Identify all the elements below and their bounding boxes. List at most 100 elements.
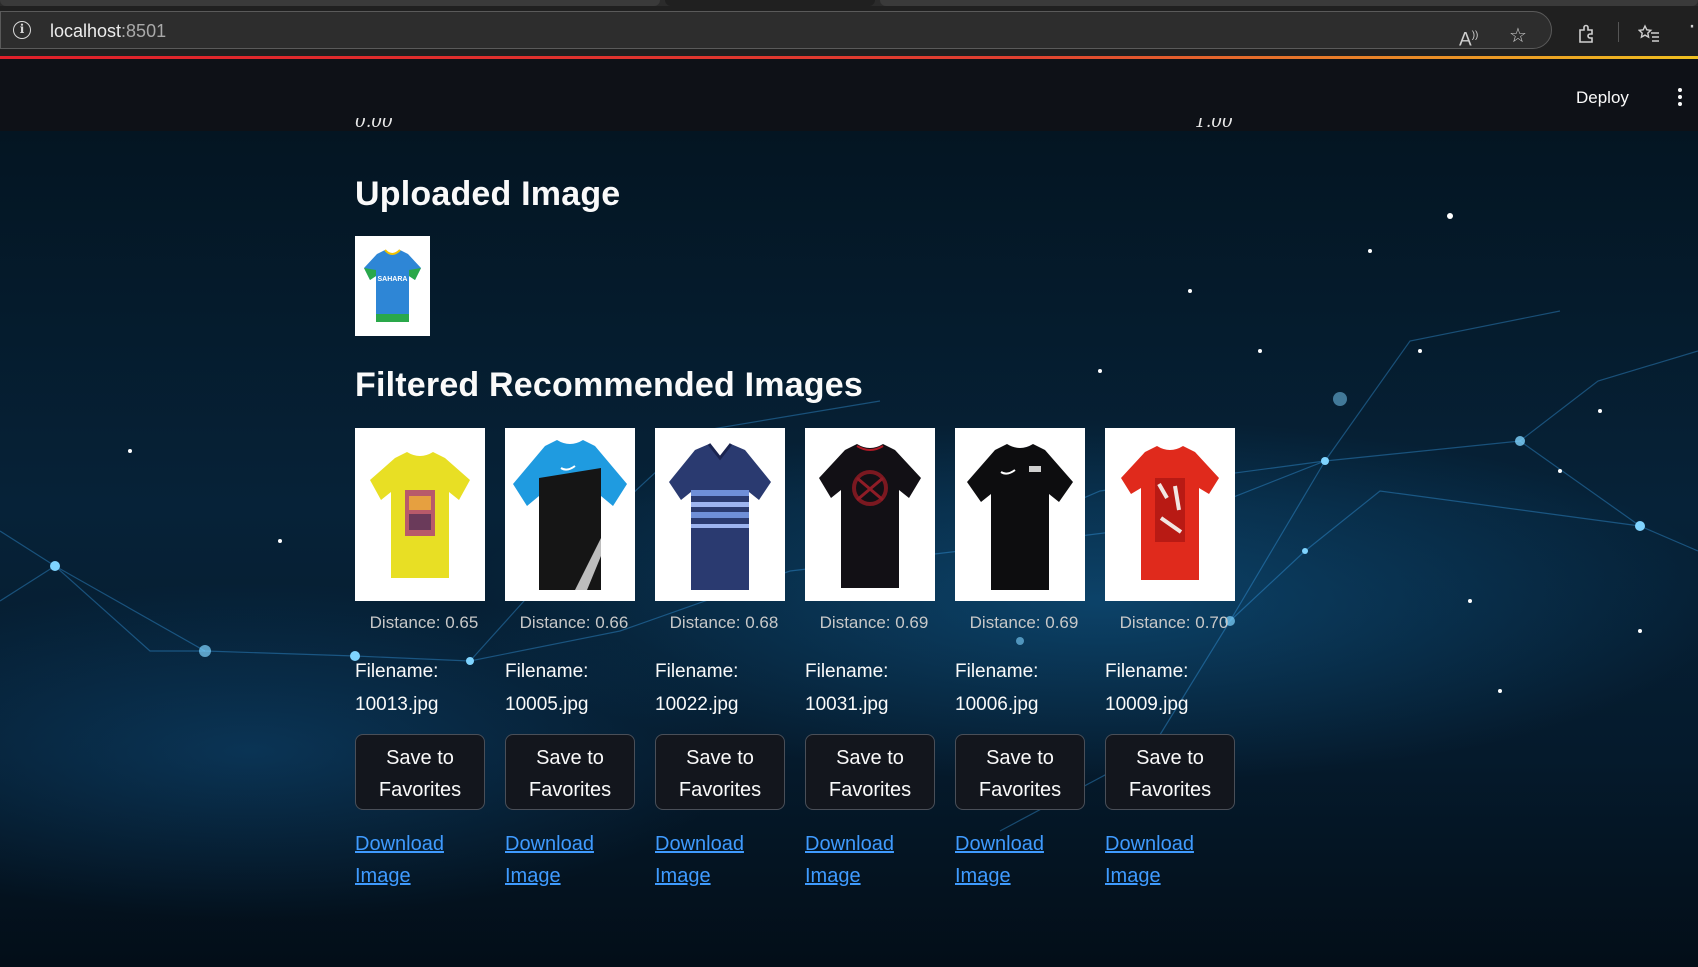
yellow-tshirt-graphic — [370, 452, 470, 578]
save-to-favorites-button[interactable]: Save to Favorites — [505, 734, 635, 810]
deploy-button[interactable]: Deploy — [1576, 88, 1629, 108]
download-image-link[interactable]: Download Image — [955, 828, 1085, 892]
uploaded-shirt-text: SAHARA — [378, 276, 408, 283]
main-menu-icon[interactable] — [1674, 88, 1686, 110]
filename-text: Filename: 10031.jpg — [805, 655, 935, 721]
download-label-line1: Download — [505, 833, 594, 855]
product-image[interactable] — [355, 428, 485, 601]
recommendation-card: Distance: 0.69 Filename: 10006.jpg Save t… — [955, 428, 1085, 892]
distance-caption: Distance: 0.65 — [369, 613, 479, 632]
url-port: :8501 — [121, 21, 167, 41]
filename-text: Filename: 10013.jpg — [355, 655, 485, 721]
download-label-line1: Download — [355, 833, 444, 855]
filename-value: 10013.jpg — [355, 694, 439, 715]
filename-label: Filename: — [355, 661, 439, 682]
save-label-line1: Save to — [986, 747, 1054, 769]
extensions-icon[interactable] — [1576, 24, 1596, 48]
url-text[interactable]: localhost:8501 — [50, 21, 166, 42]
product-image[interactable] — [805, 428, 935, 601]
uploaded-image-heading: Uploaded Image — [355, 175, 621, 213]
save-label-line1: Save to — [536, 747, 604, 769]
download-label-line2: Image — [1105, 865, 1161, 887]
distance-caption: Distance: 0.69 — [819, 613, 929, 632]
save-label-line2: Favorites — [528, 779, 612, 801]
black-tshirt-graphic — [967, 444, 1073, 590]
recommendation-card: Distance: 0.66 Filename: 10005.jpg Save t… — [505, 428, 635, 892]
slider-max-label: 1.00 — [1195, 118, 1233, 132]
save-to-favorites-button[interactable]: Save to Favorites — [355, 734, 485, 810]
slider-range-labels: 0.00 1.00 — [355, 118, 1235, 134]
recommendation-card: Distance: 0.65 Filename: 10013.jpg Save t… — [355, 428, 485, 892]
black-red-print-tshirt-graphic — [819, 444, 921, 588]
recommendation-card: Distance: 0.68 Filename: 10022.jpg Save t… — [655, 428, 785, 892]
distance-caption: Distance: 0.68 — [669, 613, 779, 632]
filename-value: 10005.jpg — [505, 694, 589, 715]
download-image-link[interactable]: Download Image — [655, 828, 785, 892]
filename-text: Filename: 10006.jpg — [955, 655, 1085, 721]
filename-label: Filename: — [505, 661, 589, 682]
filename-label: Filename: — [1105, 661, 1189, 682]
filename-text: Filename: 10022.jpg — [655, 655, 785, 721]
read-aloud-icon[interactable]: A)) — [1459, 26, 1478, 50]
download-image-link[interactable]: Download Image — [1105, 828, 1235, 892]
save-label-line2: Favorites — [978, 779, 1062, 801]
download-label-line2: Image — [355, 865, 411, 887]
filename-label: Filename: — [955, 661, 1039, 682]
site-info-icon[interactable]: i — [13, 21, 31, 39]
save-label-line1: Save to — [686, 747, 754, 769]
more-menu-icon[interactable]: · — [1688, 14, 1696, 38]
filename-text: Filename: 10005.jpg — [505, 655, 635, 721]
recommended-images-heading: Filtered Recommended Images — [355, 366, 863, 404]
navy-striped-polo-graphic — [669, 443, 771, 590]
recommendation-card: Distance: 0.70 Filename: 10009.jpg Save t… — [1105, 428, 1235, 892]
filename-value: 10009.jpg — [1105, 694, 1189, 715]
distance-caption: Distance: 0.69 — [969, 613, 1079, 632]
red-tshirt-graphic — [1121, 446, 1219, 580]
save-to-favorites-button[interactable]: Save to Favorites — [655, 734, 785, 810]
product-image[interactable] — [655, 428, 785, 601]
download-label-line1: Download — [955, 833, 1044, 855]
uploaded-image: SAHARA — [355, 236, 430, 336]
save-label-line1: Save to — [386, 747, 454, 769]
download-image-link[interactable]: Download Image — [505, 828, 635, 892]
download-label-line2: Image — [805, 865, 861, 887]
toolbar-separator — [1618, 22, 1619, 42]
download-label-line2: Image — [655, 865, 711, 887]
save-label-line2: Favorites — [1128, 779, 1212, 801]
download-label-line1: Download — [1105, 833, 1194, 855]
download-label-line2: Image — [505, 865, 561, 887]
favorites-list-icon[interactable] — [1637, 24, 1660, 48]
filename-value: 10031.jpg — [805, 694, 889, 715]
download-label-line1: Download — [655, 833, 744, 855]
download-label-line2: Image — [955, 865, 1011, 887]
download-image-link[interactable]: Download Image — [355, 828, 485, 892]
recommendation-card: Distance: 0.69 Filename: 10031.jpg Save t… — [805, 428, 935, 892]
filename-value: 10006.jpg — [955, 694, 1039, 715]
filename-label: Filename: — [655, 661, 739, 682]
url-host: localhost — [50, 21, 122, 41]
filename-text: Filename: 10009.jpg — [1105, 655, 1235, 721]
filename-value: 10022.jpg — [655, 694, 739, 715]
product-image[interactable] — [955, 428, 1085, 601]
save-label-line2: Favorites — [678, 779, 762, 801]
download-image-link[interactable]: Download Image — [805, 828, 935, 892]
uploaded-shirt-graphic: SAHARA — [364, 249, 421, 322]
save-label-line1: Save to — [836, 747, 904, 769]
save-to-favorites-button[interactable]: Save to Favorites — [805, 734, 935, 810]
save-to-favorites-button[interactable]: Save to Favorites — [955, 734, 1085, 810]
distance-caption: Distance: 0.66 — [519, 613, 629, 632]
blue-black-tshirt-graphic — [513, 440, 627, 590]
save-label-line1: Save to — [1136, 747, 1204, 769]
save-to-favorites-button[interactable]: Save to Favorites — [1105, 734, 1235, 810]
download-label-line1: Download — [805, 833, 894, 855]
address-bar[interactable]: i localhost:8501 A)) ☆ — [0, 11, 1552, 50]
slider-min-label: 0.00 — [355, 118, 393, 132]
distance-caption: Distance: 0.70 — [1119, 613, 1229, 632]
browser-toolbar: i localhost:8501 A)) ☆ · — [0, 6, 1698, 56]
product-image[interactable] — [505, 428, 635, 601]
product-image[interactable] — [1105, 428, 1235, 601]
save-label-line2: Favorites — [828, 779, 912, 801]
favorite-star-icon[interactable]: ☆ — [1509, 26, 1527, 46]
save-label-line2: Favorites — [378, 779, 462, 801]
filename-label: Filename: — [805, 661, 889, 682]
